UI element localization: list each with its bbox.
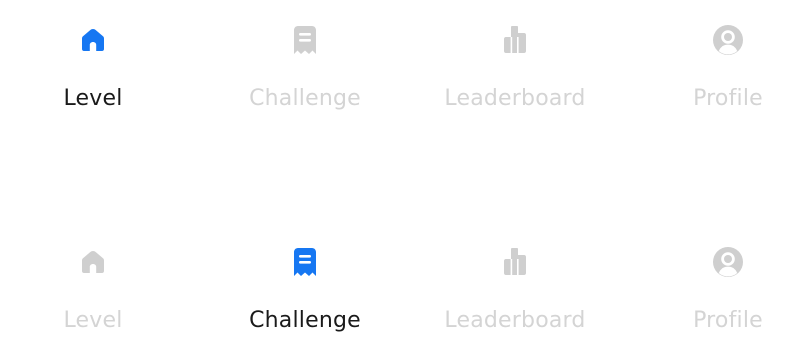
tab-label: Profile <box>693 308 763 333</box>
tab-leaderboard[interactable]: Leaderboard <box>435 242 595 342</box>
tab-level[interactable]: Level <box>13 20 173 120</box>
profile-icon <box>708 20 748 60</box>
tab-leaderboard[interactable]: Leaderboard <box>435 20 595 120</box>
tab-label: Challenge <box>249 308 361 333</box>
leaderboard-icon <box>495 20 535 60</box>
tab-challenge[interactable]: Challenge <box>225 20 385 120</box>
challenge-icon <box>285 242 325 282</box>
tab-label: Level <box>63 86 123 111</box>
tab-profile[interactable]: Profile <box>648 242 793 342</box>
challenge-icon <box>285 20 325 60</box>
tab-label: Challenge <box>249 86 361 111</box>
tab-label: Leaderboard <box>444 308 586 333</box>
tab-challenge[interactable]: Challenge <box>225 242 385 342</box>
home-icon <box>73 20 113 60</box>
tab-profile[interactable]: Profile <box>648 20 793 120</box>
tab-label: Leaderboard <box>444 86 586 111</box>
home-icon <box>73 242 113 282</box>
tab-label: Level <box>63 308 123 333</box>
profile-icon <box>708 242 748 282</box>
tab-level[interactable]: Level <box>13 242 173 342</box>
tab-bar-level-active: Level Challenge Leaderboard Profile <box>0 20 793 120</box>
leaderboard-icon <box>495 242 535 282</box>
tab-label: Profile <box>693 86 763 111</box>
tab-bar-challenge-active: Level Challenge Leaderboard Profile <box>0 242 793 342</box>
